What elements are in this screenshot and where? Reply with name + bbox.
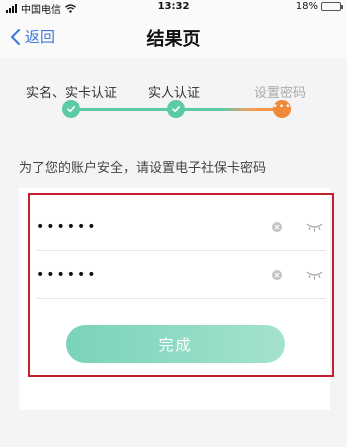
step-2-check-icon bbox=[167, 100, 185, 118]
eye-closed-icon[interactable] bbox=[306, 270, 323, 280]
step-3-current-marker: ••• bbox=[273, 100, 291, 118]
eye-closed-icon[interactable] bbox=[306, 222, 323, 232]
step-label-realname: 实名、实卡认证 bbox=[26, 86, 118, 101]
confirm-password-field[interactable]: •••••• bbox=[36, 251, 328, 299]
nav-bar: 返回 结果页 bbox=[0, 14, 347, 58]
status-right: 18% bbox=[295, 1, 343, 12]
step-1-check-icon bbox=[62, 100, 80, 118]
confirm-password-value: •••••• bbox=[36, 267, 98, 283]
field-divider bbox=[36, 298, 326, 299]
status-bar: 中国电信 13:32 18% bbox=[0, 0, 347, 16]
page-title: 结果页 bbox=[146, 29, 201, 50]
battery-icon bbox=[321, 2, 343, 11]
security-hint: 为了您的账户安全，请设置电子社保卡密码 bbox=[19, 161, 267, 176]
clear-icon[interactable] bbox=[272, 222, 282, 232]
password-field[interactable]: •••••• bbox=[36, 203, 328, 251]
battery-percent: 18% bbox=[295, 1, 318, 12]
password-value: •••••• bbox=[36, 219, 98, 235]
step-label-password: 设置密码 bbox=[254, 86, 307, 101]
clear-icon[interactable] bbox=[272, 270, 282, 280]
step-label-face: 实人认证 bbox=[148, 86, 201, 101]
done-button[interactable]: 完成 bbox=[66, 325, 285, 363]
progress-steps: 实名、实卡认证 实人认证 设置密码 ••• bbox=[0, 82, 347, 142]
